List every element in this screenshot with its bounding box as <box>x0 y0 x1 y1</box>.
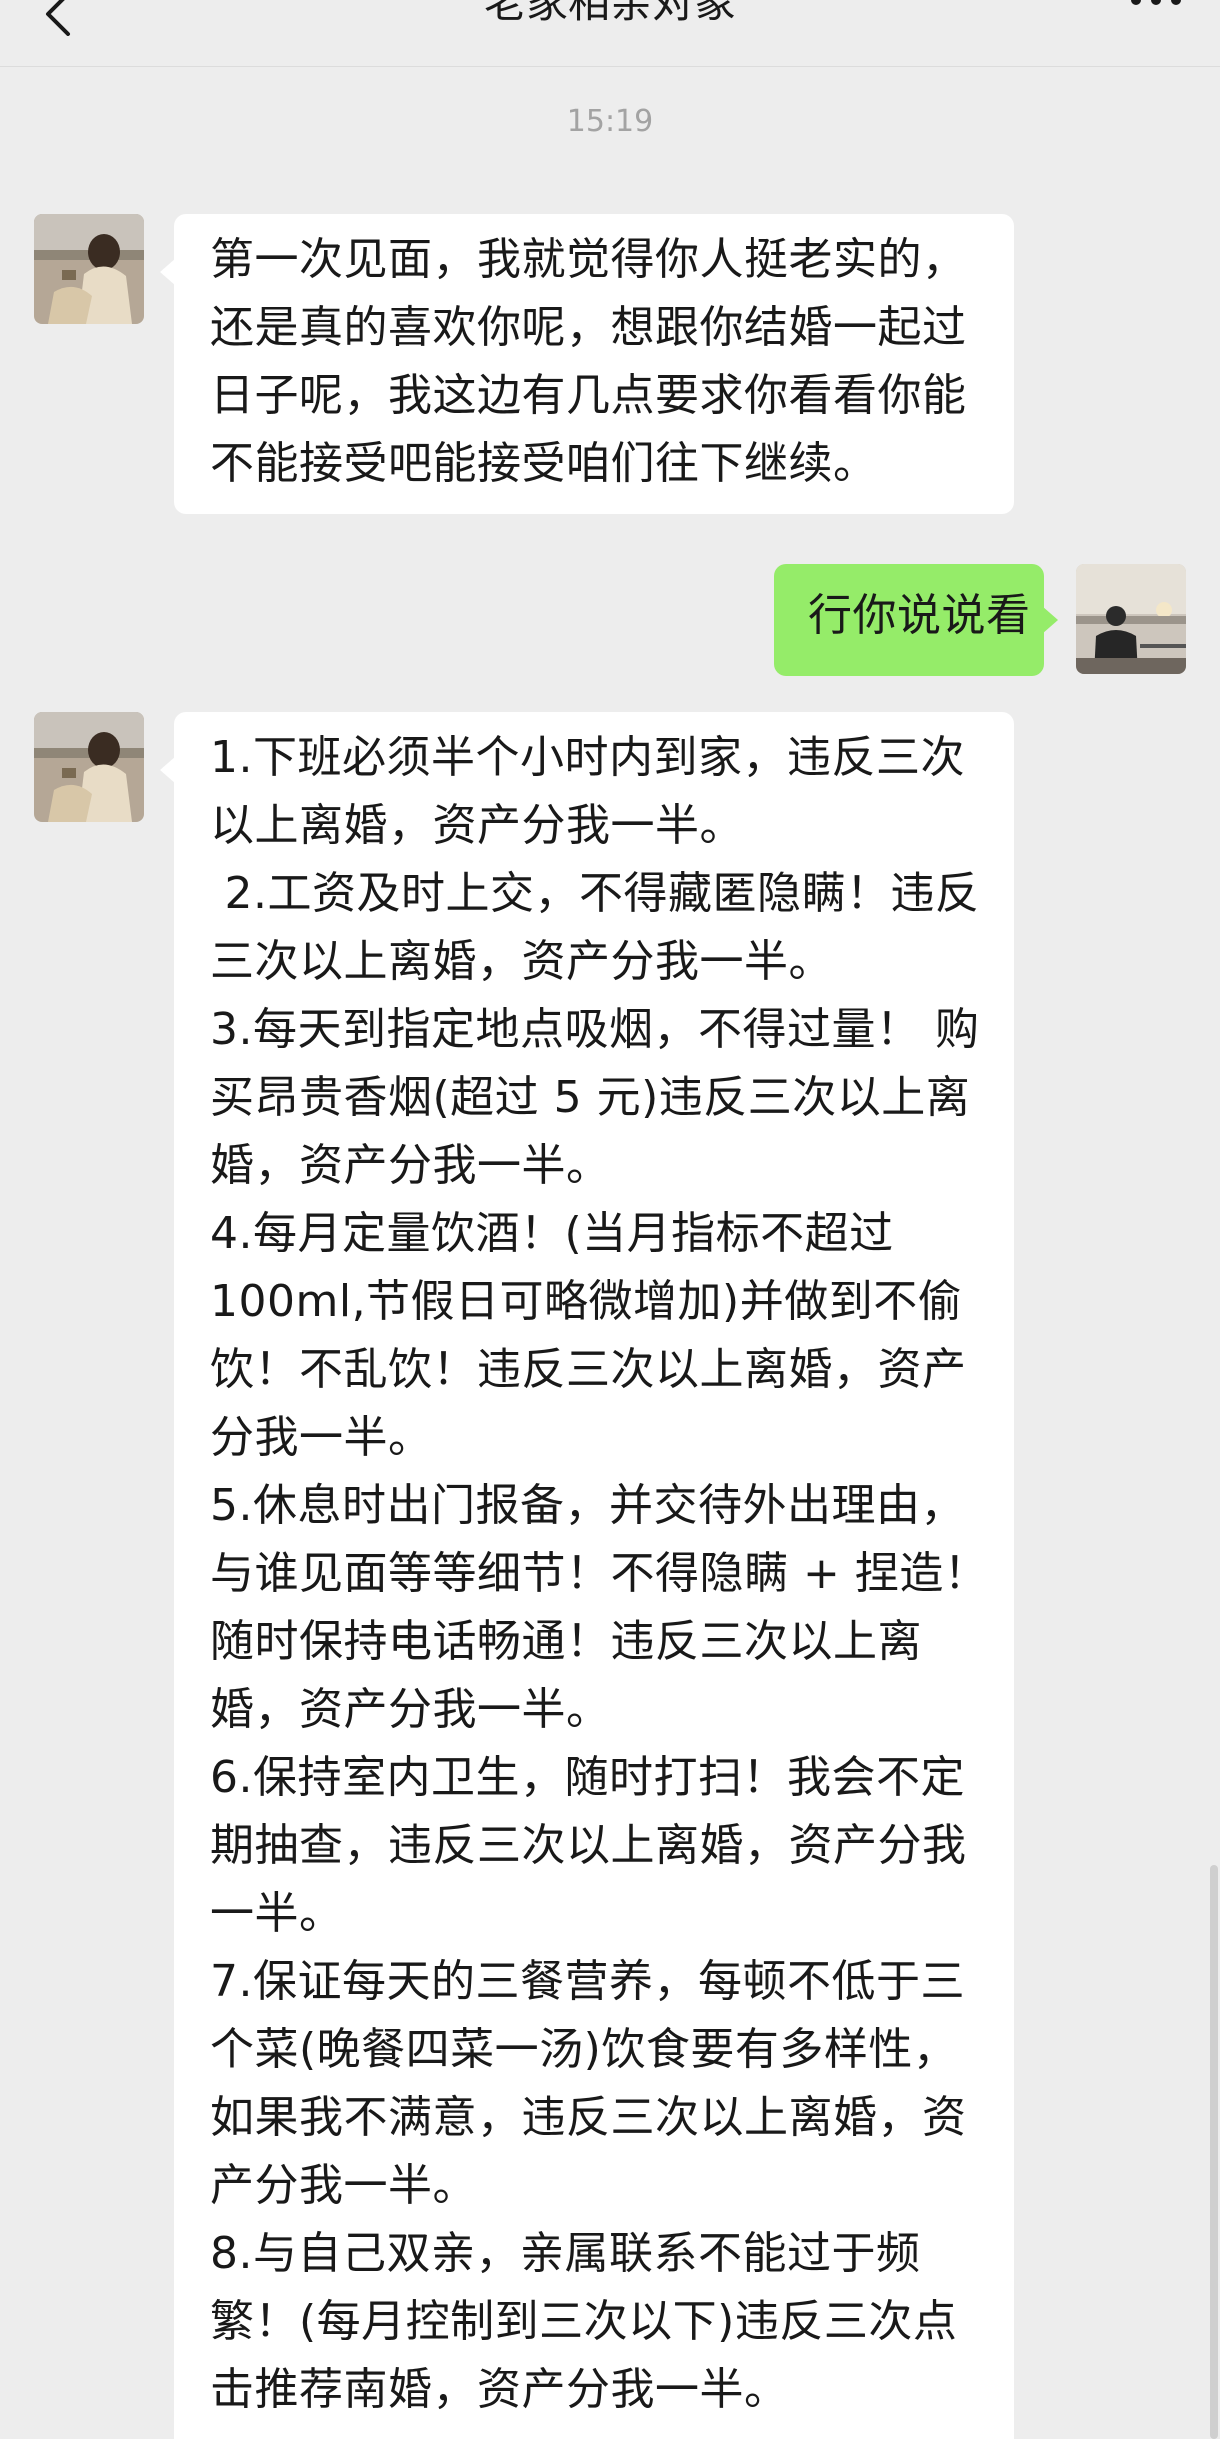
message-line: 4.每月定量饮酒！(当月指标不超过 <box>210 1208 894 1259</box>
message-line: 第一次见面，我就觉得你人挺老实的， <box>210 234 967 285</box>
message-line: 8.与自己双亲，亲属联系不能过于频 <box>210 2228 921 2279</box>
chat-scrollbar[interactable] <box>1210 1865 1218 2439</box>
message-line: 100ml,节假日可略微增加)并做到不偷 <box>210 1276 963 1327</box>
message-line: 7.保证每天的三餐营养，每顿不低于三 <box>210 1956 965 2007</box>
message-line: 婚，资产分我一半。 <box>210 1684 611 1735</box>
message-line: 期抽查，违反三次以上离婚，资产分我 <box>210 1820 967 1871</box>
message-line: 日子呢，我这边有几点要求你看看你能 <box>210 370 967 421</box>
message-line: 如果我不满意，违反三次以上离婚，资 <box>210 2092 967 2143</box>
message-bubble-reply: 行你说说看 <box>774 564 1058 676</box>
message-line: 5.休息时出门报备，并交待外出理由， <box>210 1480 965 1531</box>
chat-title: 老家相亲对象 <box>483 0 736 27</box>
message-line: 繁！(每月控制到三次以下)违反三次点 <box>210 2296 958 2347</box>
message-line: 1.下班必须半个小时内到家，违反三次 <box>210 732 965 783</box>
message-line: 6.保持室内卫生，随时打扫！我会不定 <box>210 1752 965 1803</box>
self-avatar[interactable] <box>1076 564 1186 674</box>
message-timestamp: 15:19 <box>566 104 654 139</box>
message-line: 不能接受吧能接受咱们往下继续。 <box>210 438 878 489</box>
message-line: 还是真的喜欢你呢，想跟你结婚一起过 <box>210 302 967 353</box>
message-line: 分我一半。 <box>210 1412 433 1463</box>
contact-avatar[interactable] <box>34 712 144 822</box>
chat-header: 老家相亲对象 <box>0 0 1220 67</box>
more-dots-icon[interactable] <box>1128 0 1184 18</box>
message-line: 2.工资及时上交，不得藏匿隐瞒！违反 <box>210 868 980 919</box>
message-line: 婚，资产分我一半。 <box>210 1140 611 1191</box>
message-line: 随时保持电话畅通！违反三次以上离 <box>210 1616 922 1667</box>
message-line: 饮！不乱饮！违反三次以上离婚，资产 <box>210 1344 967 1395</box>
message-text: 行你说说看 <box>808 590 1031 641</box>
message-line: 与谁见面等等细节！不得隐瞒 + 捏造！ <box>210 1548 989 1599</box>
message-line: 买昂贵香烟(超过 5 元)违反三次以上离 <box>210 1072 971 1123</box>
message-line: 一半。 <box>210 1888 344 1939</box>
message-bubble-intro: 第一次见面，我就觉得你人挺老实的， 还是真的喜欢你呢，想跟你结婚一起过 日子呢，… <box>160 214 1014 514</box>
message-line: 三次以上离婚，资产分我一半。 <box>210 936 833 987</box>
message-line: 个菜(晚餐四菜一汤)饮食要有多样性， <box>210 2024 958 2075</box>
contact-avatar[interactable] <box>34 214 144 324</box>
message-line: 产分我一半。 <box>210 2160 477 2211</box>
message-line: 击推荐南婚，资产分我一半。 <box>210 2364 789 2415</box>
message-line: 3.每天到指定地点吸烟，不得过量！ 购 <box>210 1004 980 1055</box>
message-line: 以上离婚，资产分我一半。 <box>210 800 744 851</box>
message-bubble-requirements: 1.下班必须半个小时内到家，违反三次 以上离婚，资产分我一半。 2.工资及时上交… <box>160 712 1014 2439</box>
